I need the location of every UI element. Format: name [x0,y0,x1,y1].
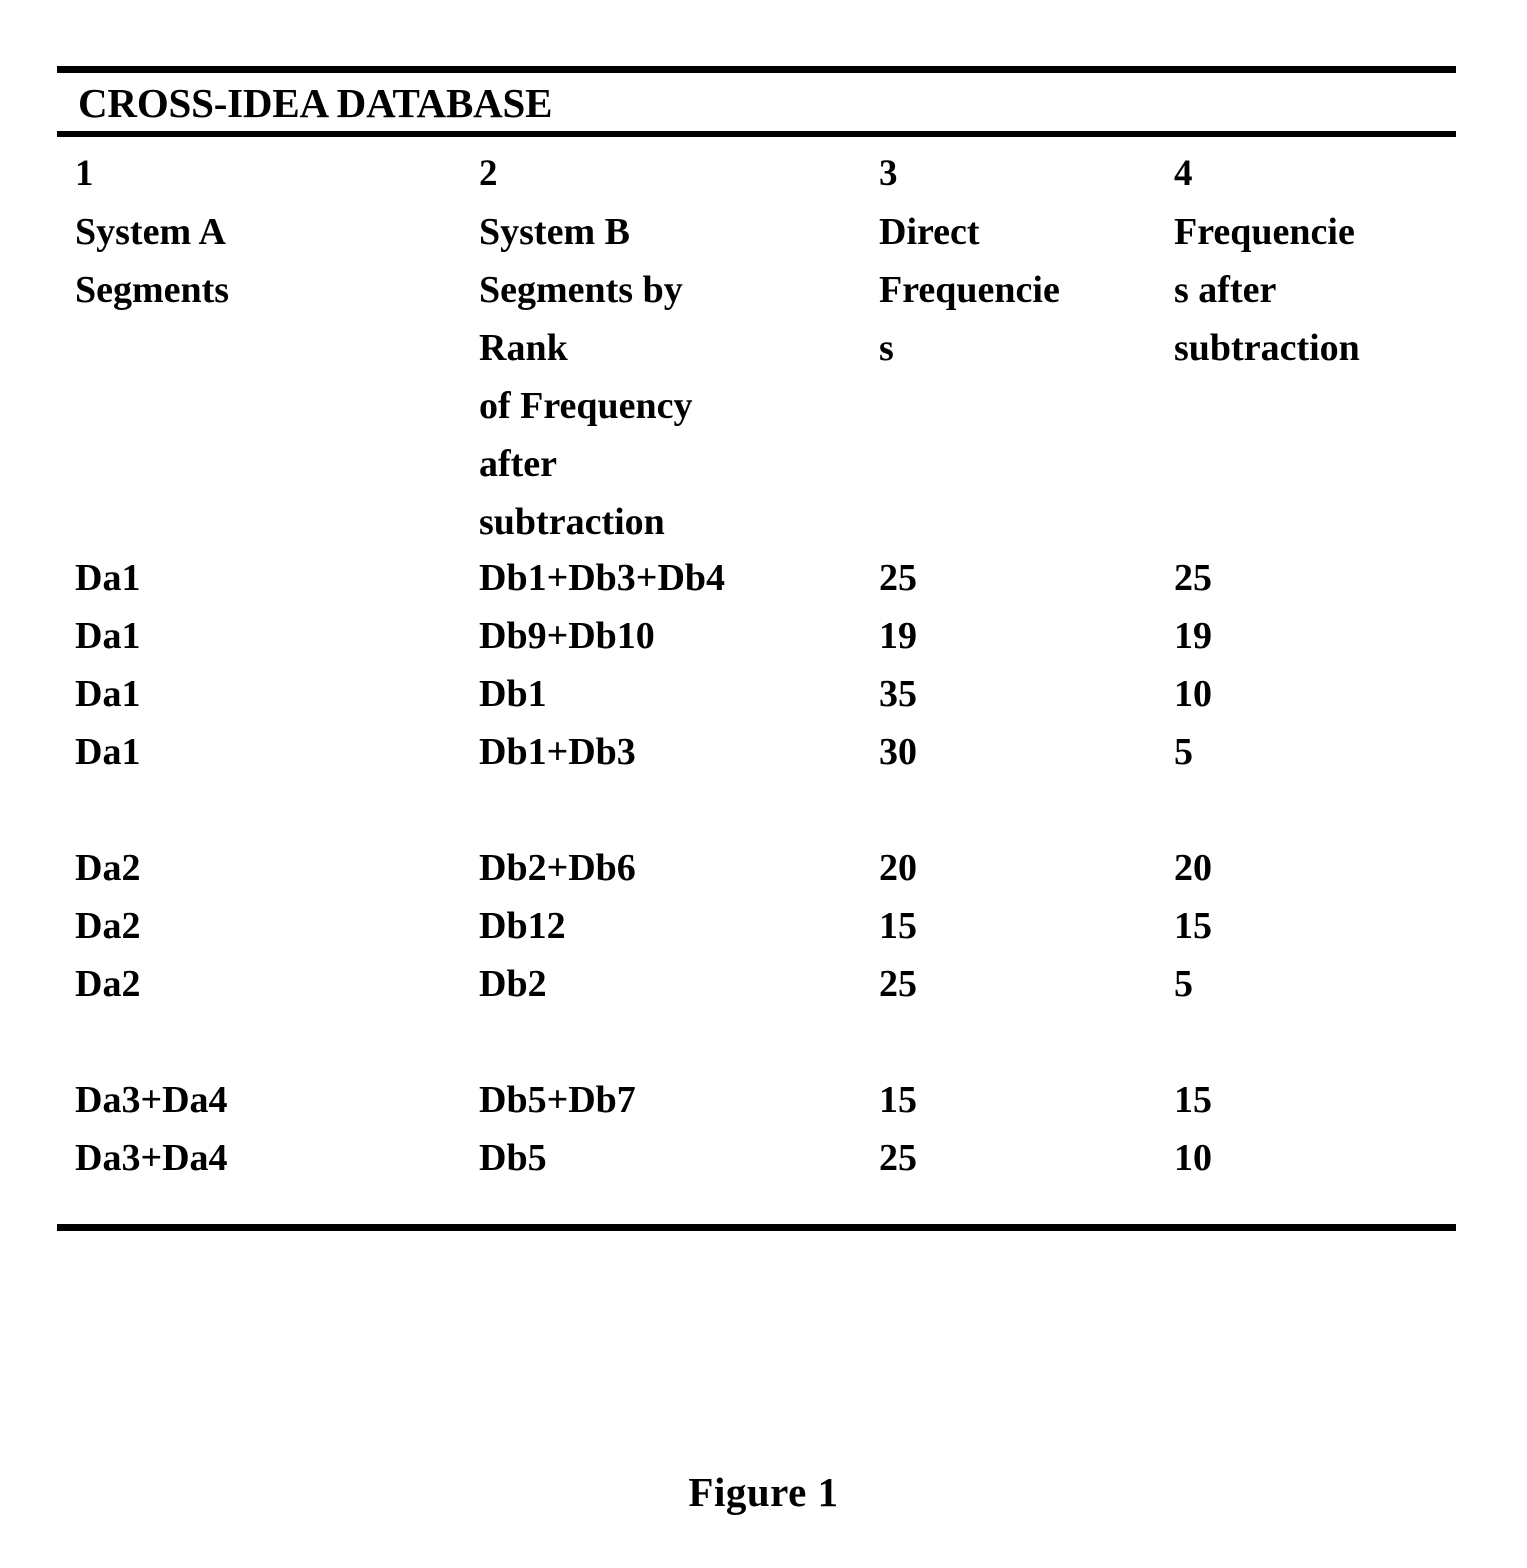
table-cell-col1: Da1 [75,615,141,657]
column-header-2-line-3: Rank [479,327,568,369]
table-header-rule [57,131,1456,137]
table-bottom-rule [57,1224,1456,1231]
column-header-3: 3 Direct Frequencie s [879,145,1169,377]
table-cell-col1: Da2 [75,847,141,889]
column-header-2-line-4: of Frequency [479,385,693,427]
table-cell-col2: Db5+Db7 [479,1079,636,1121]
table-cell-col3: 20 [879,847,917,889]
table-row: Da2 Db2 25 5 [0,955,1527,1013]
table-row: Da3+Da4 Db5+Db7 15 15 [0,1071,1527,1129]
table-cell-col1: Da1 [75,673,141,715]
column-number-1: 1 [75,153,94,194]
patent-figure-page: CROSS-IDEA DATABASE 1 System A Segments … [0,0,1527,1568]
table-cell-col4: 19 [1174,615,1212,657]
column-number-3: 3 [879,153,898,194]
table-cell-col4: 5 [1174,731,1193,773]
column-header-2-line-1: System B [479,211,630,253]
table-cell-col1: Da3+Da4 [75,1137,228,1179]
table-cell-col3: 30 [879,731,917,773]
table-cell-col1: Da1 [75,731,141,773]
table-cell-col2: Db2 [479,963,547,1005]
column-header-4-line-1: Frequencie [1174,211,1355,253]
table-cell-col4: 10 [1174,1137,1212,1179]
table-cell-col2: Db1+Db3 [479,731,636,773]
figure-caption: Figure 1 [688,1469,839,1515]
column-header-2-line-5: after [479,443,558,485]
table-cell-col4: 20 [1174,847,1212,889]
column-header-3-line-2: Frequencie [879,269,1060,311]
table-cell-col2: Db12 [479,905,566,947]
column-header-2-line-2: Segments by [479,269,683,311]
column-header-1-line-1: System A [75,211,226,253]
column-number-2: 2 [479,153,498,194]
column-header-2-line-6: subtraction [479,501,665,543]
table-row-spacer [0,781,1527,839]
table-cell-col3: 25 [879,557,917,599]
column-header-4-line-2: s after [1174,269,1277,311]
table-cell-col2: Db9+Db10 [479,615,655,657]
table-row: Da1 Db1 35 10 [0,665,1527,723]
table-title: CROSS-IDEA DATABASE [78,80,553,126]
table-cell-col4: 25 [1174,557,1212,599]
column-header-2: 2 System B Segments by Rank of Frequency… [479,145,874,551]
column-header-1-line-2: Segments [75,269,230,311]
table-row: Da1 Db1+Db3 30 5 [0,723,1527,781]
table-cell-col3: 35 [879,673,917,715]
table-cell-col4: 15 [1174,1079,1212,1121]
table-row: Da1 Db1+Db3+Db4 25 25 [0,549,1527,607]
table-row: Da2 Db12 15 15 [0,897,1527,955]
table-row: Da1 Db9+Db10 19 19 [0,607,1527,665]
column-header-1: 1 System A Segments [75,145,475,319]
table-cell-col2: Db1 [479,673,547,715]
table-cell-col1: Da2 [75,963,141,1005]
table-row: Da2 Db2+Db6 20 20 [0,839,1527,897]
table-cell-col4: 15 [1174,905,1212,947]
table-row-spacer [0,1013,1527,1071]
table-cell-col3: 19 [879,615,917,657]
table-cell-col2: Db5 [479,1137,547,1179]
table-cell-col1: Da3+Da4 [75,1079,228,1121]
table-cell-col1: Da1 [75,557,141,599]
table-cell-col1: Da2 [75,905,141,947]
table-body: Da1 Db1+Db3+Db4 25 25 Da1 Db9+Db10 19 19 Da1 Db1 3… [0,549,1527,1187]
column-header-4: 4 Frequencie s after subtraction [1174,145,1474,377]
table-cell-col4: 10 [1174,673,1212,715]
column-number-4: 4 [1174,153,1193,194]
table-cell-col2: Db1+Db3+Db4 [479,557,726,599]
column-header-3-line-3: s [879,327,894,369]
table-cell-col3: 25 [879,963,917,1005]
table-cell-col3: 15 [879,1079,917,1121]
table-cell-col3: 25 [879,1137,917,1179]
table-top-rule [57,66,1456,73]
column-header-3-line-1: Direct [879,211,980,253]
table-cell-col3: 15 [879,905,917,947]
table-row: Da3+Da4 Db5 25 10 [0,1129,1527,1187]
table-cell-col2: Db2+Db6 [479,847,636,889]
column-header-4-line-3: subtraction [1174,327,1360,369]
table-cell-col4: 5 [1174,963,1193,1005]
